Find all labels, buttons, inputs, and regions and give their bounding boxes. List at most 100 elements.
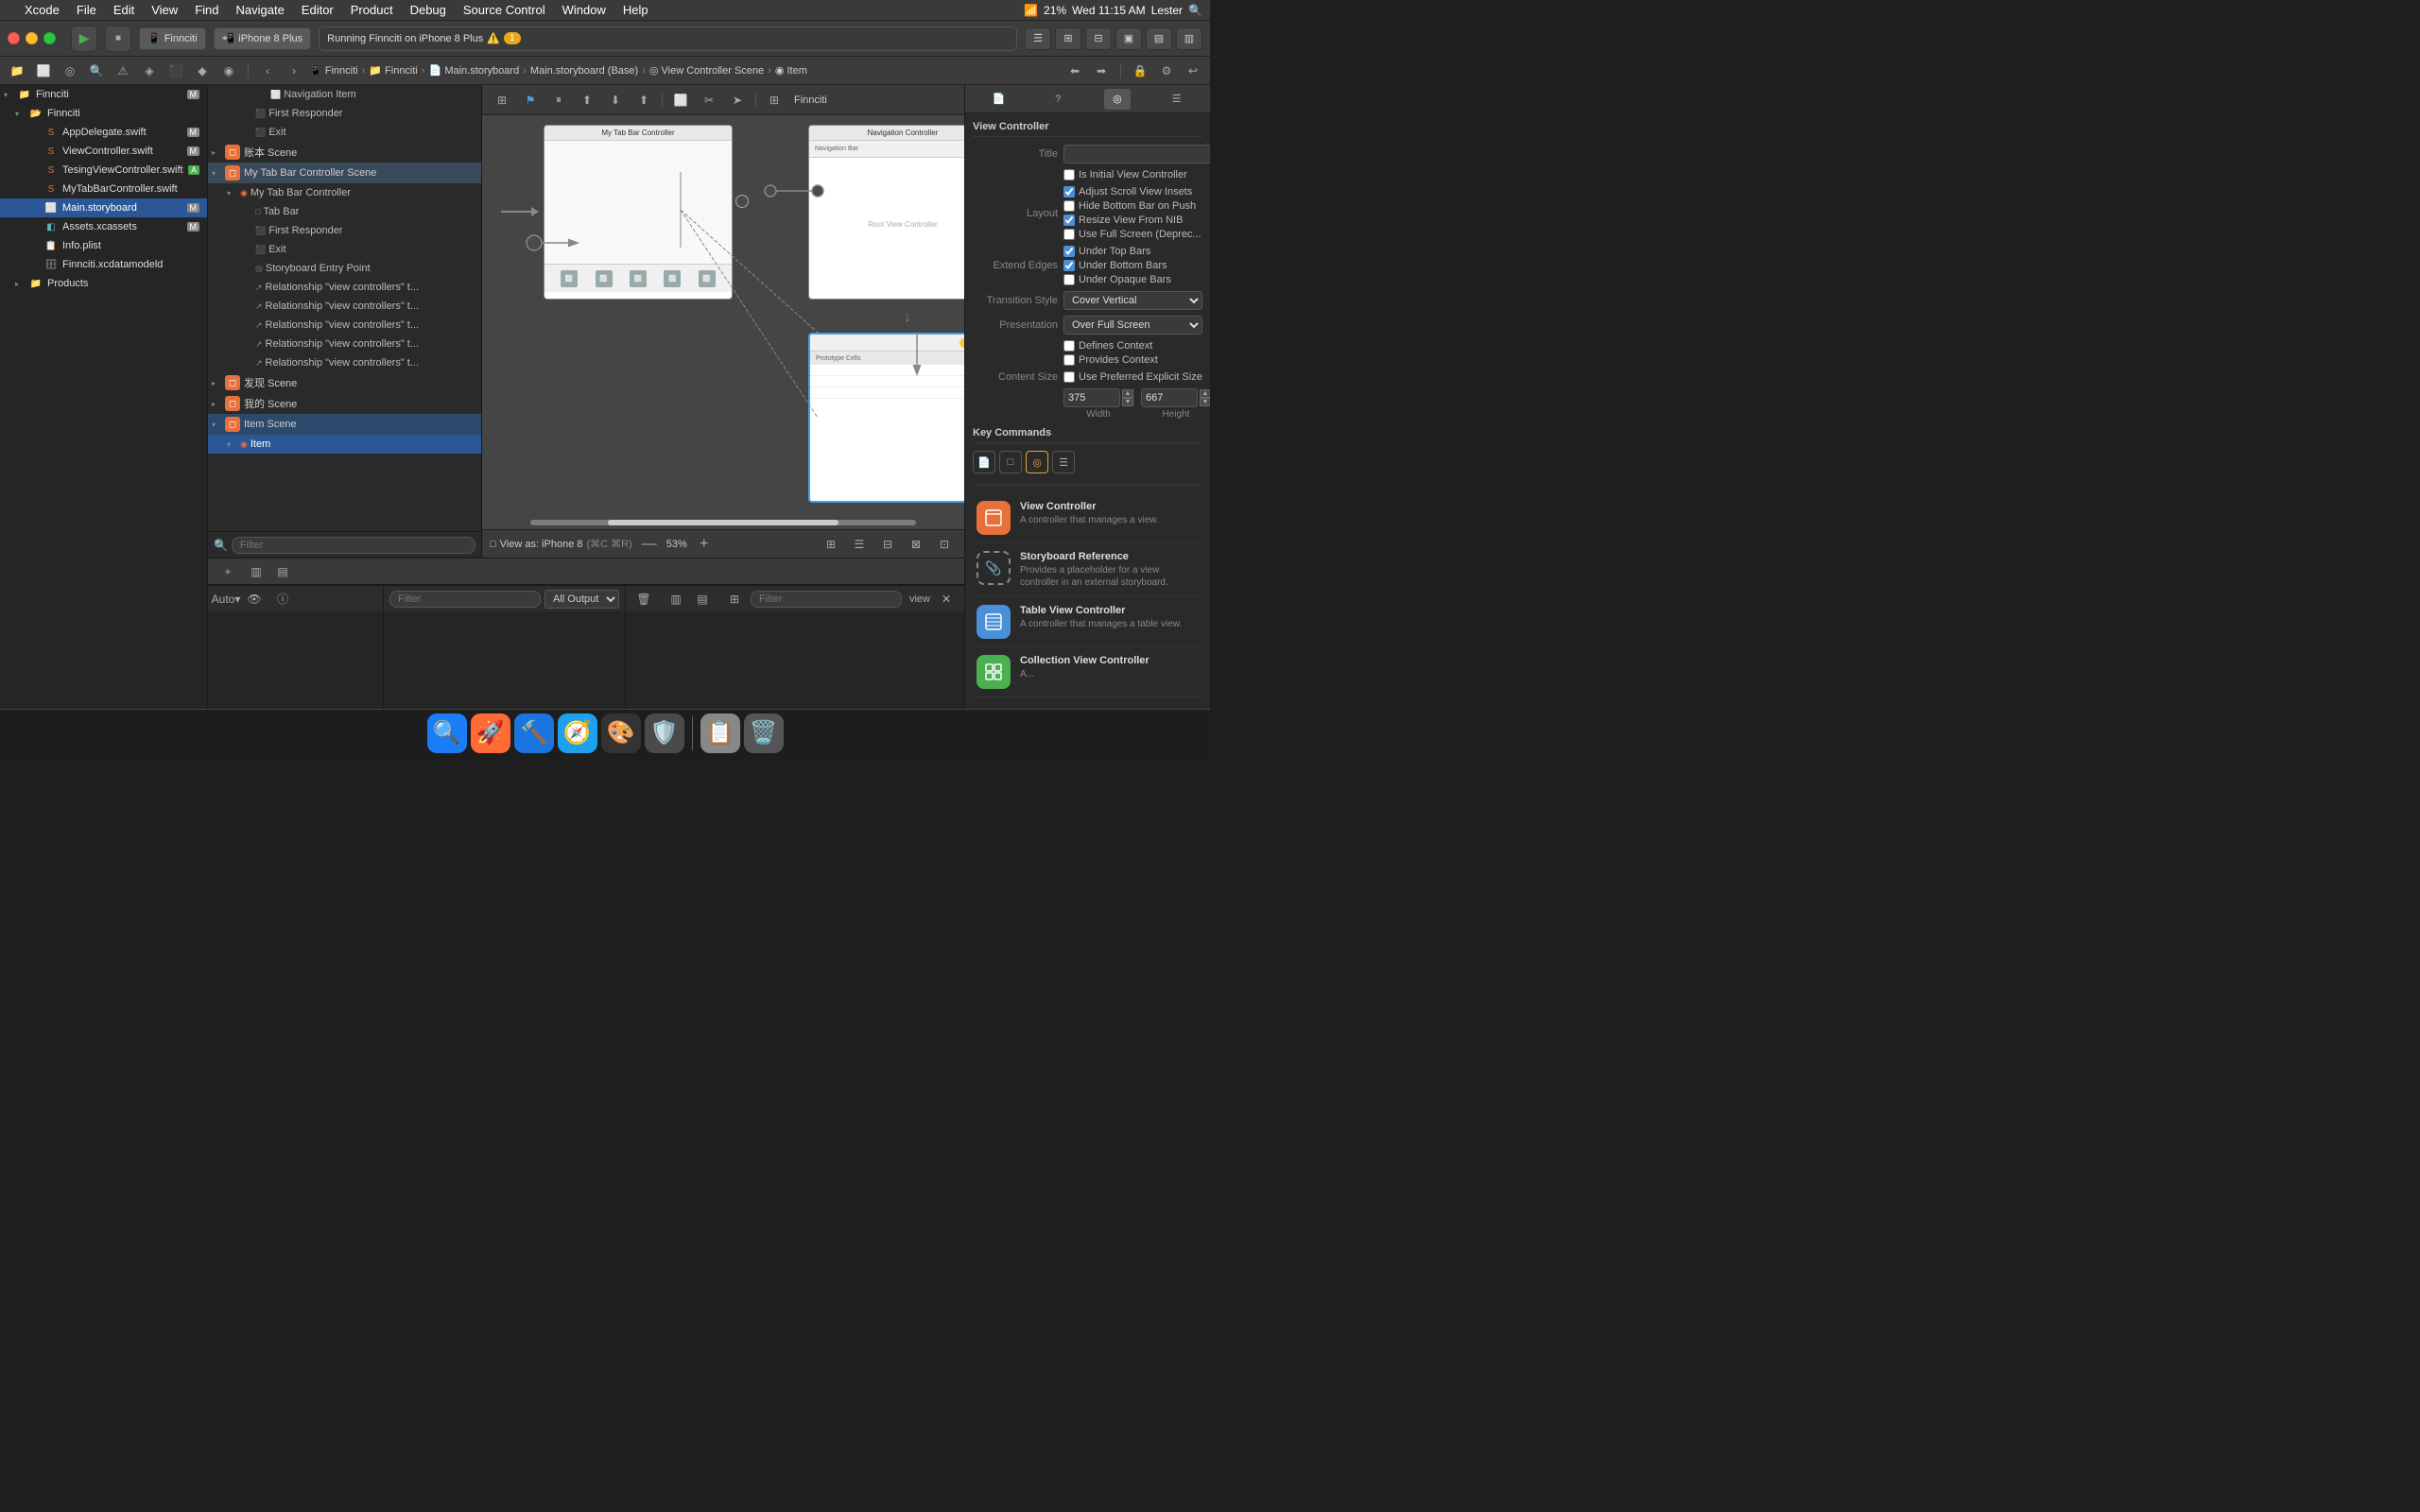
adjust-scroll-label[interactable]: Adjust Scroll View Insets xyxy=(1063,186,1202,198)
scene-item-exit-top[interactable]: ▶ ⬛ Exit xyxy=(208,123,481,142)
explicit-size-checkbox[interactable] xyxy=(1063,371,1075,383)
under-top-bars-label[interactable]: Under Top Bars xyxy=(1063,246,1202,257)
dock-xcode-icon[interactable]: 🔨 xyxy=(514,713,554,753)
library-item-sr[interactable]: 📎 Storyboard Reference Provides a placeh… xyxy=(973,543,1202,597)
tree-item-appdelegate[interactable]: ▶ S AppDelegate.swift M xyxy=(0,123,207,142)
menu-view[interactable]: View xyxy=(144,0,185,21)
path-storyboard-base[interactable]: Main.storyboard (Base) xyxy=(530,65,638,77)
tree-item-products[interactable]: ▸ 📁 Products xyxy=(0,274,207,293)
under-opaque-bars-label[interactable]: Under Opaque Bars xyxy=(1063,274,1202,285)
settings-btn[interactable]: ⚙ xyxy=(1155,60,1178,81)
under-top-bars-checkbox[interactable] xyxy=(1063,246,1075,257)
flag-btn[interactable]: ⚑ xyxy=(518,89,543,112)
under-opaque-bars-checkbox[interactable] xyxy=(1063,274,1075,285)
width-up[interactable]: ▲ xyxy=(1122,389,1133,398)
tree-item-tesingvc[interactable]: ▶ S TesingViewController.swift A xyxy=(0,161,207,180)
title-input[interactable] xyxy=(1063,145,1210,163)
kc-identity-icon[interactable]: ◎ xyxy=(1026,451,1048,473)
debug-nav-btn[interactable]: ⬛ xyxy=(164,60,187,81)
resize-nib-checkbox[interactable] xyxy=(1063,215,1075,226)
width-down[interactable]: ▼ xyxy=(1122,398,1133,406)
presentation-select[interactable]: Over Full Screen xyxy=(1063,316,1202,335)
kc-search-icon[interactable]: □ xyxy=(999,451,1022,473)
menu-source-control[interactable]: Source Control xyxy=(456,0,553,21)
path-vc-scene[interactable]: ◎ View Controller Scene xyxy=(649,64,764,77)
layout-btn5[interactable]: ⊡ xyxy=(932,533,957,556)
dock-trash-icon[interactable]: 🗑️ xyxy=(744,713,784,753)
tree-item-main-storyboard[interactable]: ▶ ⬜ Main.storyboard M xyxy=(0,198,207,217)
path-finnciti-2[interactable]: 📁 Finnciti xyxy=(369,64,418,77)
prev-btn[interactable]: ⬆ xyxy=(575,89,599,112)
device-selector[interactable]: 📲 iPhone 8 Plus xyxy=(214,27,312,50)
maximize-button[interactable] xyxy=(43,32,56,44)
clear-btn[interactable]: ✕ xyxy=(934,588,959,610)
menu-find[interactable]: Find xyxy=(187,0,226,21)
find-btn[interactable]: 🔍 xyxy=(85,60,108,81)
info-btn[interactable]: ⓘ xyxy=(270,588,295,610)
defines-context-label[interactable]: Defines Context xyxy=(1063,340,1202,352)
menu-debug[interactable]: Debug xyxy=(403,0,454,21)
scene-section-wode[interactable]: ▸ ◻ 我的 Scene xyxy=(208,393,481,414)
nav-inspector-right[interactable]: ➡ xyxy=(1090,60,1113,81)
kc-doc-icon[interactable]: 📄 xyxy=(973,451,995,473)
library-item-tv[interactable]: Table View Controller A controller that … xyxy=(973,597,1202,647)
provides-context-checkbox[interactable] xyxy=(1063,354,1075,366)
scene-item-nav-item[interactable]: ▶ ⬜ Navigation Item xyxy=(208,85,481,104)
initial-vc-label[interactable]: Is Initial View Controller xyxy=(1063,169,1202,180)
layout-btn3[interactable]: ⊟ xyxy=(875,533,900,556)
symbol-btn[interactable]: ◎ xyxy=(59,60,81,81)
debug-right-filter-input[interactable] xyxy=(751,591,902,608)
assistant-btn[interactable]: ⊞ xyxy=(1055,27,1081,50)
source-btn[interactable]: ⬜ xyxy=(32,60,55,81)
transition-style-select[interactable]: Cover Vertical xyxy=(1063,291,1202,310)
hide-bottom-bar-label[interactable]: Hide Bottom Bar on Push xyxy=(1063,200,1202,212)
scene-item-rel4[interactable]: ▶ ↗ Relationship "view controllers" t... xyxy=(208,335,481,353)
inspector-tab-quick[interactable]: ? xyxy=(1045,89,1071,110)
minimize-button[interactable] xyxy=(26,32,38,44)
tree-item-infoplist[interactable]: ▶ 📋 Info.plist xyxy=(0,236,207,255)
up-btn[interactable]: ⬆ xyxy=(631,89,656,112)
next-btn[interactable]: ⬇ xyxy=(603,89,628,112)
test-btn[interactable]: ◈ xyxy=(138,60,161,81)
cut-btn[interactable]: ✂ xyxy=(697,89,721,112)
breakpoint-btn[interactable]: ◆ xyxy=(191,60,214,81)
menu-file[interactable]: File xyxy=(69,0,104,21)
scene-item-rel2[interactable]: ▶ ↗ Relationship "view controllers" t... xyxy=(208,297,481,316)
debug-center-filter-input[interactable] xyxy=(389,591,541,608)
path-finnciti-1[interactable]: 📱 Finnciti xyxy=(309,64,358,77)
grid-btn[interactable]: ⊞ xyxy=(762,89,786,112)
search-icon[interactable]: 🔍 xyxy=(1188,4,1202,17)
debug-view-btn1[interactable]: ▥ xyxy=(244,560,268,583)
dock-safari-icon[interactable]: 🧭 xyxy=(558,713,597,753)
layout-btn1[interactable]: ⊞ xyxy=(819,533,843,556)
scene-item-rel5[interactable]: ▶ ↗ Relationship "view controllers" t... xyxy=(208,353,481,372)
dock-shield-icon[interactable]: 🛡️ xyxy=(645,713,684,753)
scheme-selector[interactable]: 📱 Finnciti xyxy=(139,27,206,50)
debug-layout2[interactable]: ▤ xyxy=(690,588,715,610)
nav-inspector-left[interactable]: ⬅ xyxy=(1063,60,1086,81)
scene-item-first-responder-top[interactable]: ▶ ⬛ First Responder xyxy=(208,104,481,123)
scene-item-tabbar-controller[interactable]: ▾ ◉ My Tab Bar Controller xyxy=(208,183,481,202)
layout-btn4[interactable]: ⊠ xyxy=(904,533,928,556)
menu-window[interactable]: Window xyxy=(555,0,614,21)
scene-item-first-responder-tb[interactable]: ▶ ⬛ First Responder xyxy=(208,221,481,240)
scene-filter-input[interactable] xyxy=(232,537,475,554)
debug-view-btn2[interactable]: ▤ xyxy=(270,560,295,583)
dock-finder-icon[interactable]: 🔍 xyxy=(427,713,467,753)
inspector-tab-attributes[interactable]: ☰ xyxy=(1164,89,1190,110)
tree-item-assets[interactable]: ▶ ◧ Assets.xcassets M xyxy=(0,217,207,236)
inspector-tab-identity[interactable]: ◎ xyxy=(1104,89,1131,110)
path-item[interactable]: ◉ Item xyxy=(775,64,807,77)
scene-section-item[interactable]: ▾ ◻ Item Scene xyxy=(208,414,481,435)
tree-item-datamodel[interactable]: ▶ 🗄 Finnciti.xcdatamodeld xyxy=(0,255,207,274)
menu-editor[interactable]: Editor xyxy=(294,0,341,21)
scene-section-zhangben[interactable]: ▸ ◻ 账本 Scene xyxy=(208,142,481,163)
inspector-btn[interactable]: ▥ xyxy=(1176,27,1202,50)
tree-item-mytabbar[interactable]: ▶ S MyTabBarController.swift xyxy=(0,180,207,198)
width-input[interactable] xyxy=(1063,388,1120,407)
dock-launchpad-icon[interactable]: 🚀 xyxy=(471,713,510,753)
rect-btn[interactable]: ⬜ xyxy=(668,89,693,112)
trash-btn[interactable]: 🗑 xyxy=(631,588,656,610)
menu-navigate[interactable]: Navigate xyxy=(228,0,291,21)
nav-btn2[interactable]: ➤ xyxy=(725,89,750,112)
